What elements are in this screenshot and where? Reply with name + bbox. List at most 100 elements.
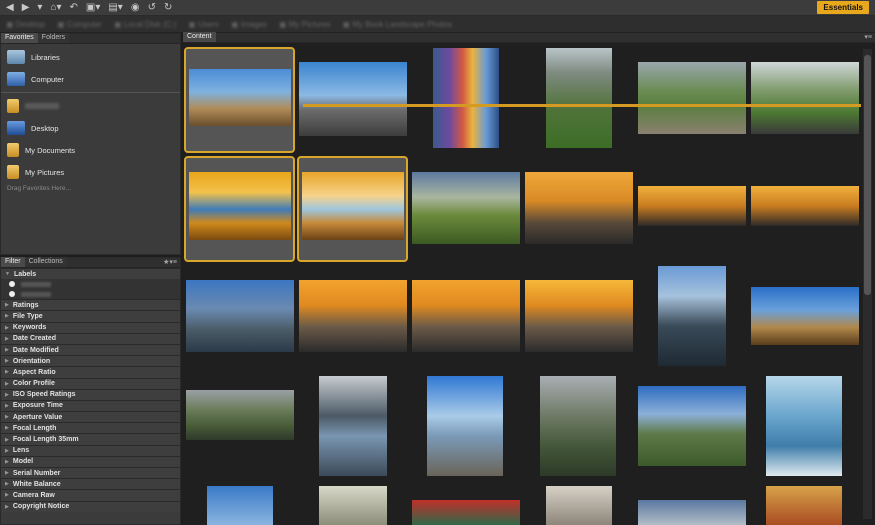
expand-triangle-icon[interactable]: ▶ [5, 425, 9, 431]
favorite-item-computer[interactable]: Computer [1, 68, 180, 90]
label-filter-option[interactable] [1, 289, 180, 300]
favorite-item-user-folder[interactable] [1, 95, 180, 117]
path-crumb[interactable]: ▣ Desktop [6, 20, 45, 29]
expand-triangle-icon[interactable]: ▶ [5, 313, 9, 319]
expand-triangle-icon[interactable]: ▶ [5, 302, 9, 308]
thumbnail[interactable] [638, 500, 746, 525]
camera-import-icon[interactable]: ▣▾ [86, 1, 100, 15]
thumbnail[interactable] [433, 48, 499, 148]
panel-menu-icon[interactable]: ★▾≡ [163, 258, 177, 268]
expand-triangle-icon[interactable]: ▶ [5, 504, 9, 510]
expand-triangle-icon[interactable]: ▶ [5, 381, 9, 387]
expand-triangle-icon[interactable]: ▶ [5, 358, 9, 364]
boomerang-icon[interactable]: ↶ [70, 1, 78, 15]
filter-category-row[interactable]: ▶ Aperture Value [1, 411, 180, 423]
forward-arrow-icon[interactable]: ▶ [22, 1, 30, 15]
favorite-item-my-documents[interactable]: My Documents [1, 139, 180, 161]
tab-filter[interactable]: Filter [1, 257, 25, 267]
collapse-triangle-icon[interactable]: ▼ [5, 271, 10, 277]
thumbnail[interactable] [186, 390, 294, 440]
thumbnail-selected[interactable] [184, 156, 295, 262]
filter-category-row[interactable]: ▶ Aspect Ratio [1, 366, 180, 378]
refine-icon[interactable]: ▤▾ [108, 1, 122, 15]
expand-triangle-icon[interactable]: ▶ [5, 369, 9, 375]
thumbnail[interactable] [638, 62, 746, 134]
filter-category-row[interactable]: ▶ Exposure Time [1, 399, 180, 412]
filter-category-row[interactable]: ▶ Orientation [1, 355, 180, 367]
thumbnail[interactable] [299, 62, 407, 136]
back-arrow-icon[interactable]: ◀ [6, 1, 14, 15]
thumbnail[interactable] [412, 500, 520, 525]
open-camera-raw-icon[interactable]: ◉ [131, 1, 140, 15]
thumbnail[interactable] [319, 376, 387, 476]
filter-category-row[interactable]: ▶ Keywords [1, 321, 180, 333]
tab-content[interactable]: Content [183, 32, 216, 42]
path-crumb[interactable]: ▣ My Pictures [279, 20, 331, 29]
filter-category-row[interactable]: ▶ ISO Speed Ratings [1, 388, 180, 400]
path-crumb[interactable]: ▣ Images [231, 20, 267, 29]
thumbnail[interactable] [207, 486, 273, 525]
vertical-scrollbar[interactable] [863, 49, 872, 519]
thumbnail[interactable] [751, 62, 859, 134]
thumbnail-selected[interactable] [184, 47, 295, 153]
thumbnail[interactable] [412, 172, 520, 244]
expand-triangle-icon[interactable]: ▶ [5, 414, 9, 420]
expand-triangle-icon[interactable]: ▶ [5, 336, 9, 342]
thumbnail[interactable] [766, 486, 842, 525]
filter-category-row[interactable]: ▶ Focal Length 35mm [1, 433, 180, 445]
favorite-item-libraries[interactable]: Libraries [1, 46, 180, 68]
rotate-left-icon[interactable]: ↺ [148, 1, 156, 15]
thumbnail[interactable] [412, 280, 520, 352]
favorite-item-desktop[interactable]: Desktop [1, 117, 180, 139]
thumbnail[interactable] [751, 186, 859, 226]
thumbnail[interactable] [638, 386, 746, 466]
filter-category-row[interactable]: ▶ Color Profile [1, 377, 180, 389]
essentials-workspace-button[interactable]: Essentials [817, 1, 869, 14]
favorite-item-my-pictures[interactable]: My Pictures [1, 161, 180, 183]
expand-triangle-icon[interactable]: ▶ [5, 325, 9, 331]
filter-category-row[interactable]: ▶ Date Modified [1, 343, 180, 356]
expand-triangle-icon[interactable]: ▶ [5, 481, 9, 487]
dropdown-icon[interactable]: ▾ [37, 1, 42, 15]
recent-folders-icon[interactable]: ⌂▾ [50, 1, 61, 15]
tab-collections[interactable]: Collections [24, 257, 67, 267]
expand-triangle-icon[interactable]: ▶ [5, 347, 9, 353]
thumbnail[interactable] [540, 376, 616, 476]
filter-category-row[interactable]: ▶ Copyright Notice [1, 500, 180, 512]
path-crumb[interactable]: ▣ Users [188, 20, 219, 29]
filter-category-row[interactable]: ▶ Focal Length [1, 422, 180, 434]
expand-triangle-icon[interactable]: ▶ [5, 448, 9, 454]
rotate-right-icon[interactable]: ↻ [164, 1, 172, 15]
expand-triangle-icon[interactable]: ▶ [5, 492, 9, 498]
filter-category-row[interactable]: ▶ White Balance [1, 478, 180, 490]
expand-triangle-icon[interactable]: ▶ [5, 470, 9, 476]
thumbnail[interactable] [186, 280, 294, 352]
filter-category-row[interactable]: ▶ File Type [1, 310, 180, 322]
expand-triangle-icon[interactable]: ▶ [5, 392, 9, 398]
thumbnail-selected[interactable] [297, 156, 408, 262]
thumbnail[interactable] [319, 486, 387, 525]
thumbnail[interactable] [546, 48, 612, 148]
expand-triangle-icon[interactable]: ▶ [5, 403, 9, 409]
scrollbar-thumb[interactable] [864, 55, 871, 295]
expand-triangle-icon[interactable]: ▶ [5, 437, 9, 443]
thumbnail[interactable] [546, 486, 612, 525]
filter-category-row[interactable]: ▶ Serial Number [1, 467, 180, 479]
thumbnail[interactable] [638, 186, 746, 226]
label-filter-option[interactable] [1, 279, 180, 290]
thumbnail[interactable] [751, 287, 859, 345]
thumbnail[interactable] [299, 280, 407, 352]
filter-category-row[interactable]: ▶ Ratings [1, 299, 180, 311]
filter-category-row[interactable]: ▶ Lens [1, 444, 180, 456]
thumbnail[interactable] [658, 266, 726, 366]
filter-category-row[interactable]: ▶ Date Created [1, 332, 180, 344]
thumbnail[interactable] [525, 172, 633, 244]
thumbnail[interactable] [427, 376, 503, 476]
tab-favorites[interactable]: Favorites [1, 33, 38, 43]
path-crumb[interactable]: ▣ Local Disk (C:) [114, 20, 176, 29]
tab-folders[interactable]: Folders [37, 33, 70, 43]
expand-triangle-icon[interactable]: ▶ [5, 459, 9, 465]
path-crumb[interactable]: ▣ My Book Landscape Photos [343, 20, 452, 29]
filter-category-row[interactable]: ▶ Model [1, 455, 180, 467]
filter-category-row[interactable]: ▶ Camera Raw [1, 489, 180, 501]
